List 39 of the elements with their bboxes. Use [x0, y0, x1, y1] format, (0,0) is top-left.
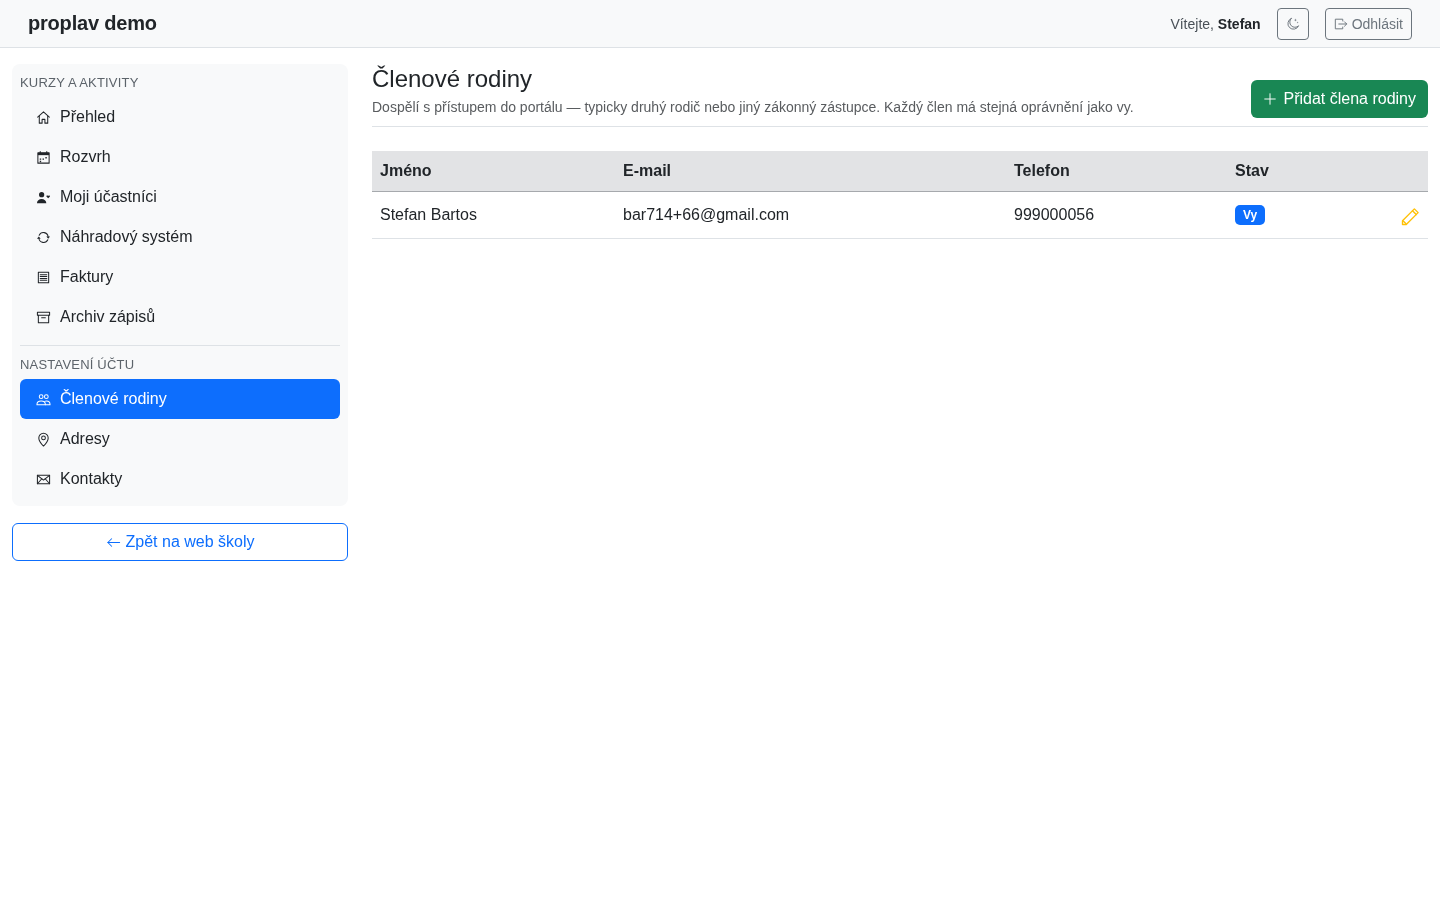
table-cell-text: Stefan Bartos	[379, 206, 478, 224]
greeting-text: Vítejte, Stefan	[1170, 15, 1261, 32]
archive-box-icon	[36, 309, 51, 325]
pencil-icon	[1400, 207, 1420, 227]
section-heading: NASTAVENÍ ÚČTU	[20, 356, 136, 374]
house-icon	[36, 109, 51, 125]
column-header: Telefon	[1013, 162, 1071, 180]
sidebar-item[interactable]: Náhradový systém	[20, 217, 340, 257]
sidebar-item[interactable]: Přehled	[20, 97, 340, 137]
section-heading: KURZY A AKTIVITY	[20, 74, 140, 92]
table-cell-text: 999000056	[1013, 206, 1096, 224]
sidebar-item[interactable]: Členové rodiny	[20, 379, 340, 419]
moon-stars-icon	[1285, 16, 1300, 31]
sidebar-item[interactable]: Faktury	[20, 257, 340, 297]
column-header: Stav	[1234, 162, 1270, 180]
table-cell-text: bar714+66@gmail.com	[622, 206, 791, 224]
sidebar-item[interactable]: Archiv zápisů	[20, 297, 340, 337]
brand-name[interactable]: proplav demo	[28, 12, 157, 35]
sidebar-item[interactable]: Moji účastníci	[20, 177, 340, 217]
box-arrow-right-icon	[1333, 16, 1348, 31]
sidebar-item[interactable]: Adresy	[20, 419, 340, 459]
sidebar-item[interactable]: Kontakty	[20, 459, 340, 499]
logout-button[interactable]: Odhlásit	[1324, 7, 1412, 40]
column-header: Jméno	[379, 162, 433, 180]
document-list-icon	[36, 269, 51, 285]
status-badge: Vy	[1235, 205, 1266, 225]
plus-icon	[1263, 92, 1278, 106]
back-button[interactable]: Zpět na web školy	[12, 523, 348, 561]
theme-toggle-button[interactable]	[1276, 7, 1309, 40]
refresh-icon	[36, 229, 51, 245]
add-member-button[interactable]: Přidat člena rodiny	[1251, 80, 1428, 118]
person-icon	[36, 189, 51, 205]
page-title: Členové rodiny	[372, 64, 534, 93]
calendar-icon	[36, 149, 51, 165]
location-pin-icon	[36, 431, 51, 447]
column-header: E-mail	[622, 162, 672, 180]
sidebar-item[interactable]: Rozvrh	[20, 137, 340, 177]
page-description: Dospělí s přístupem do portálu — typicky druhý rodič nebo jiný zákonný zástupce. Každý člen má stejná oprávnění jako vy.	[372, 98, 1134, 117]
people-icon	[36, 391, 51, 407]
